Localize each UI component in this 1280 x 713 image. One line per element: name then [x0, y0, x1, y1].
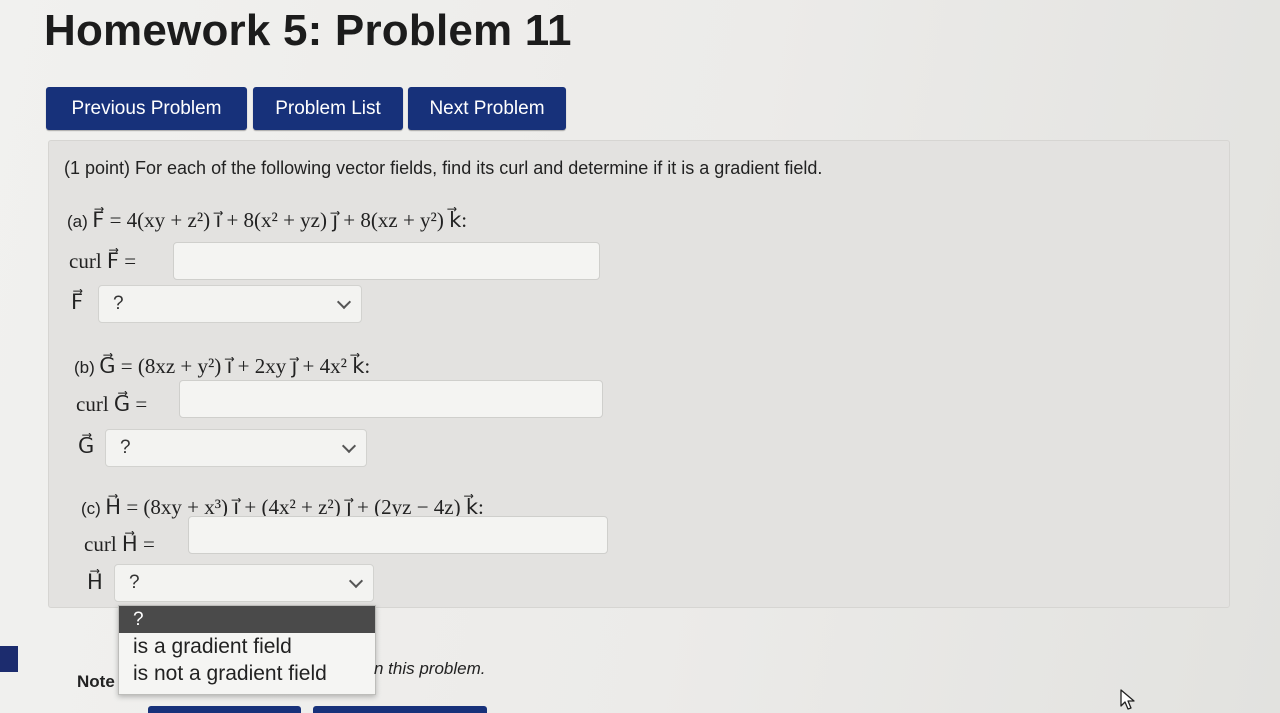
part-b-select-prefix: G⃗	[78, 434, 95, 458]
part-a-curl-label: curl F⃗ =	[69, 249, 137, 273]
side-tab[interactable]	[0, 646, 18, 672]
bottom-button-right[interactable]	[313, 706, 487, 713]
next-problem-button[interactable]: Next Problem	[408, 87, 566, 130]
gradient-dropdown-menu: ? is a gradient field is not a gradient …	[118, 605, 376, 695]
chevron-down-icon	[336, 294, 352, 310]
part-a-label: (a)	[67, 212, 88, 231]
part-b-field: G⃗ = (8xz + y²) i⃗ + 2xy j⃗ + 4x² k⃗:	[99, 354, 371, 378]
part-b-gradient-select[interactable]: ?	[105, 429, 367, 467]
mouse-pointer-icon	[1120, 689, 1135, 710]
part-b-statement: (b) G⃗ = (8xz + y²) i⃗ + 2xy j⃗ + 4x² k⃗…	[74, 354, 370, 379]
part-c-label: (c)	[81, 499, 101, 518]
note-label: Note	[77, 672, 115, 691]
chevron-down-icon	[341, 438, 357, 454]
part-a-select-value: ?	[113, 293, 124, 314]
part-a-select-prefix: F⃗	[71, 290, 84, 314]
bottom-button-left[interactable]	[148, 706, 301, 713]
part-a-field: F⃗ = 4(xy + z²) i⃗ + 8(x² + yz) j⃗ + 8(x…	[92, 208, 468, 232]
part-b-curl-label: curl G⃗ =	[76, 392, 148, 416]
chevron-down-icon	[348, 573, 364, 589]
part-b-label: (b)	[74, 358, 95, 377]
part-a-statement: (a) F⃗ = 4(xy + z²) i⃗ + 8(x² + yz) j⃗ +…	[67, 208, 467, 233]
problem-intro: (1 point) For each of the following vect…	[64, 158, 823, 178]
note-text: n this problem.	[374, 659, 486, 678]
part-a-curl-input[interactable]	[173, 242, 600, 280]
part-c-gradient-select[interactable]: ?	[114, 564, 374, 602]
page-title: Homework 5: Problem 11	[44, 6, 572, 55]
dropdown-option-not-gradient[interactable]: is not a gradient field	[119, 660, 375, 687]
dropdown-option-gradient[interactable]: is a gradient field	[119, 633, 375, 660]
problem-list-button[interactable]: Problem List	[253, 87, 403, 130]
part-a-gradient-select[interactable]: ?	[98, 285, 362, 323]
previous-problem-button[interactable]: Previous Problem	[46, 87, 247, 130]
part-c-curl-label: curl H⃗ =	[84, 532, 155, 556]
part-b-curl-input[interactable]	[179, 380, 603, 418]
dropdown-option-unselected[interactable]: ?	[119, 606, 375, 633]
part-b-select-value: ?	[120, 437, 131, 458]
part-c-curl-input[interactable]	[188, 516, 608, 554]
part-c-select-prefix: H⃗	[87, 570, 103, 594]
homework-page: Homework 5: Problem 11 Previous Problem …	[0, 0, 1280, 713]
part-c-select-value: ?	[129, 572, 140, 593]
